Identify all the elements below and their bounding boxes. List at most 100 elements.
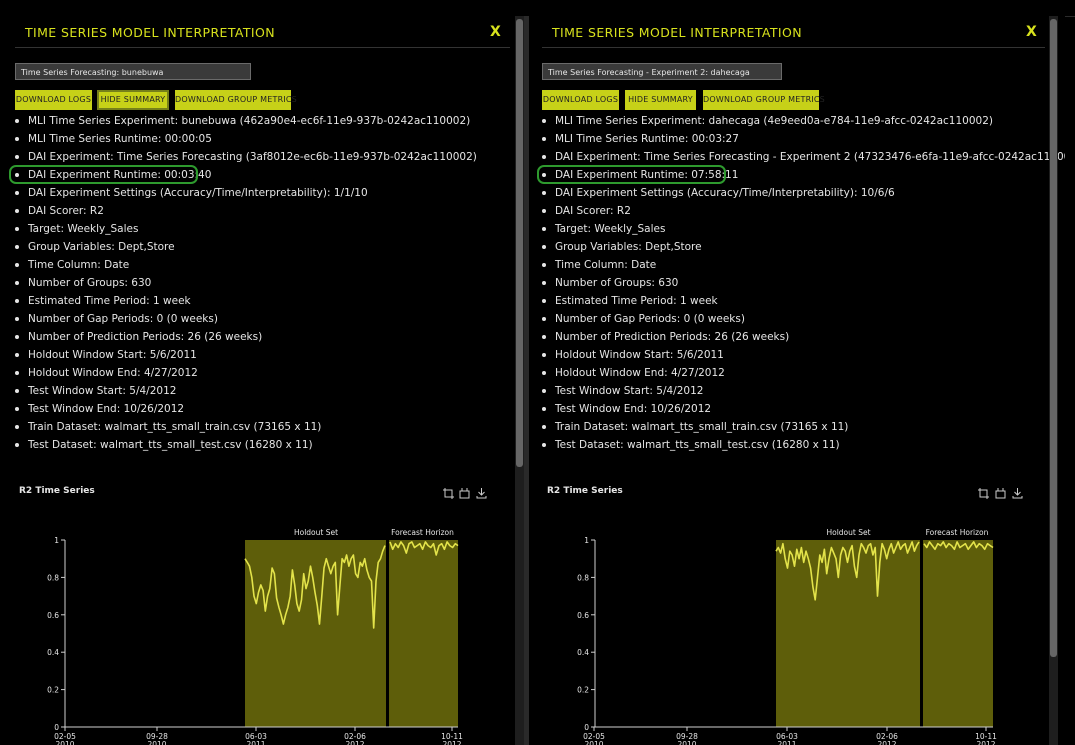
x-tick-year-label: 2010 bbox=[147, 740, 166, 745]
experiment-select[interactable]: Time Series Forecasting - Experiment 2: … bbox=[542, 63, 782, 80]
y-tick-label: 0.8 bbox=[577, 573, 589, 582]
runtime-highlight bbox=[9, 165, 198, 184]
summary-item: Target: Weekly_Sales bbox=[540, 220, 1065, 238]
y-tick-label: 0.2 bbox=[47, 686, 59, 695]
forecast-region bbox=[923, 540, 993, 727]
download-icon[interactable] bbox=[1012, 488, 1023, 499]
interpretation-panel-left: TIME SERIES MODEL INTERPRETATION X Time … bbox=[0, 16, 524, 745]
summary-item: Test Window End: 10/26/2012 bbox=[540, 400, 1065, 418]
summary-item: MLI Time Series Runtime: 00:00:05 bbox=[13, 130, 477, 148]
holdout-set-label: Holdout Set bbox=[294, 528, 338, 537]
summary-item: Test Dataset: walmart_tts_small_test.csv… bbox=[13, 436, 477, 454]
zoom-icon[interactable] bbox=[443, 488, 454, 499]
panel-title: TIME SERIES MODEL INTERPRETATION bbox=[25, 25, 276, 40]
y-tick-label: 0.6 bbox=[47, 611, 59, 620]
download-icon[interactable] bbox=[476, 488, 487, 499]
panel-title: TIME SERIES MODEL INTERPRETATION bbox=[552, 25, 803, 40]
scrollbar[interactable] bbox=[1049, 16, 1058, 745]
x-tick-year-label: 2012 bbox=[345, 740, 364, 745]
y-tick-label: 0.4 bbox=[47, 648, 59, 657]
close-button[interactable]: X bbox=[1026, 24, 1037, 40]
x-tick-year-label: 2010 bbox=[677, 740, 696, 745]
hide-summary-button[interactable]: HIDE SUMMARY bbox=[625, 90, 696, 110]
download-group-metrics-button[interactable]: DOWNLOAD GROUP METRICS bbox=[703, 90, 825, 110]
summary-item: Test Window Start: 5/4/2012 bbox=[13, 382, 477, 400]
summary-item: Group Variables: Dept,Store bbox=[540, 238, 1065, 256]
reset-zoom-icon[interactable] bbox=[459, 488, 470, 499]
x-tick-year-label: 2011 bbox=[246, 740, 265, 745]
summary-item: Number of Groups: 630 bbox=[540, 274, 1065, 292]
chart-title: R2 Time Series bbox=[19, 486, 95, 496]
holdout-region bbox=[245, 540, 386, 727]
experiment-select[interactable]: Time Series Forecasting: bunebuwa bbox=[15, 63, 251, 80]
summary-list: MLI Time Series Experiment: bunebuwa (46… bbox=[13, 112, 477, 454]
forecast-horizon-label: Forecast Horizon bbox=[926, 528, 989, 537]
y-tick-label: 0 bbox=[584, 723, 589, 732]
x-tick-year-label: 2012 bbox=[976, 740, 995, 745]
x-tick-year-label: 2011 bbox=[777, 740, 796, 745]
scrollbar-thumb[interactable] bbox=[516, 19, 523, 467]
summary-item: Holdout Window Start: 5/6/2011 bbox=[540, 346, 1065, 364]
r2-time-series-chart: Holdout Set Forecast Horizon 0 0.2 0.4 0.6 0.8… bbox=[577, 528, 997, 745]
summary-item: Test Window Start: 5/4/2012 bbox=[540, 382, 1065, 400]
summary-item: MLI Time Series Experiment: dahecaga (4e… bbox=[540, 112, 1065, 130]
summary-item: Number of Prediction Periods: 26 (26 wee… bbox=[540, 328, 1065, 346]
scrollbar[interactable] bbox=[515, 16, 524, 745]
summary-item: Holdout Window End: 4/27/2012 bbox=[540, 364, 1065, 382]
zoom-icon[interactable] bbox=[978, 488, 989, 499]
download-logs-button[interactable]: DOWNLOAD LOGS bbox=[15, 90, 92, 110]
r2-time-series-chart: Holdout Set Forecast Horizon 0 0.2 0.4 0.6 0.8… bbox=[47, 528, 463, 745]
forecast-horizon-label: Forecast Horizon bbox=[391, 528, 454, 537]
y-tick-label: 1 bbox=[54, 536, 59, 545]
x-tick-year-label: 2010 bbox=[55, 740, 74, 745]
runtime-highlight bbox=[537, 165, 726, 184]
holdout-region bbox=[776, 540, 920, 727]
summary-item: DAI Experiment Settings (Accuracy/Time/I… bbox=[13, 184, 477, 202]
divider bbox=[15, 47, 510, 48]
top-bar bbox=[0, 0, 1075, 17]
scrollbar-thumb[interactable] bbox=[1050, 19, 1057, 657]
summary-item: Holdout Window Start: 5/6/2011 bbox=[13, 346, 477, 364]
holdout-set-label: Holdout Set bbox=[826, 528, 870, 537]
summary-list: MLI Time Series Experiment: dahecaga (4e… bbox=[540, 112, 1065, 454]
summary-item: DAI Experiment Settings (Accuracy/Time/I… bbox=[540, 184, 1065, 202]
download-group-metrics-button[interactable]: DOWNLOAD GROUP METRICS bbox=[175, 90, 297, 110]
chart-title: R2 Time Series bbox=[547, 486, 623, 496]
summary-item: DAI Scorer: R2 bbox=[13, 202, 477, 220]
divider bbox=[542, 47, 1045, 48]
y-tick-label: 1 bbox=[584, 536, 589, 545]
summary-item: Time Column: Date bbox=[540, 256, 1065, 274]
summary-item: Holdout Window End: 4/27/2012 bbox=[13, 364, 477, 382]
summary-item: Estimated Time Period: 1 week bbox=[540, 292, 1065, 310]
summary-item: Number of Groups: 630 bbox=[13, 274, 477, 292]
summary-item: Time Column: Date bbox=[13, 256, 477, 274]
summary-item: Test Window End: 10/26/2012 bbox=[13, 400, 477, 418]
summary-item: Train Dataset: walmart_tts_small_train.c… bbox=[13, 418, 477, 436]
reset-zoom-icon[interactable] bbox=[995, 488, 1006, 499]
summary-item: DAI Scorer: R2 bbox=[540, 202, 1065, 220]
y-tick-label: 0.6 bbox=[577, 611, 589, 620]
x-tick-year-label: 2012 bbox=[442, 740, 461, 745]
download-logs-button[interactable]: DOWNLOAD LOGS bbox=[542, 90, 619, 110]
summary-item: Group Variables: Dept,Store bbox=[13, 238, 477, 256]
summary-item: Number of Prediction Periods: 26 (26 wee… bbox=[13, 328, 477, 346]
interpretation-panel-right: TIME SERIES MODEL INTERPRETATION X Time … bbox=[529, 16, 1065, 745]
summary-item: Train Dataset: walmart_tts_small_train.c… bbox=[540, 418, 1065, 436]
summary-item: Number of Gap Periods: 0 (0 weeks) bbox=[540, 310, 1065, 328]
x-tick-year-label: 2012 bbox=[877, 740, 896, 745]
y-tick-label: 0.2 bbox=[577, 686, 589, 695]
y-tick-label: 0 bbox=[54, 723, 59, 732]
y-tick-label: 0.4 bbox=[577, 648, 589, 657]
summary-item: DAI Experiment: Time Series Forecasting … bbox=[540, 148, 1065, 166]
summary-item: Target: Weekly_Sales bbox=[13, 220, 477, 238]
y-tick-label: 0.8 bbox=[47, 573, 59, 582]
summary-item: MLI Time Series Experiment: bunebuwa (46… bbox=[13, 112, 477, 130]
summary-item: Test Dataset: walmart_tts_small_test.csv… bbox=[540, 436, 1065, 454]
hide-summary-button[interactable]: HIDE SUMMARY bbox=[97, 90, 169, 110]
summary-item: MLI Time Series Runtime: 00:03:27 bbox=[540, 130, 1065, 148]
summary-item: DAI Experiment: Time Series Forecasting … bbox=[13, 148, 477, 166]
summary-item: Estimated Time Period: 1 week bbox=[13, 292, 477, 310]
x-tick-year-label: 2010 bbox=[584, 740, 603, 745]
summary-item: Number of Gap Periods: 0 (0 weeks) bbox=[13, 310, 477, 328]
close-button[interactable]: X bbox=[490, 24, 501, 40]
